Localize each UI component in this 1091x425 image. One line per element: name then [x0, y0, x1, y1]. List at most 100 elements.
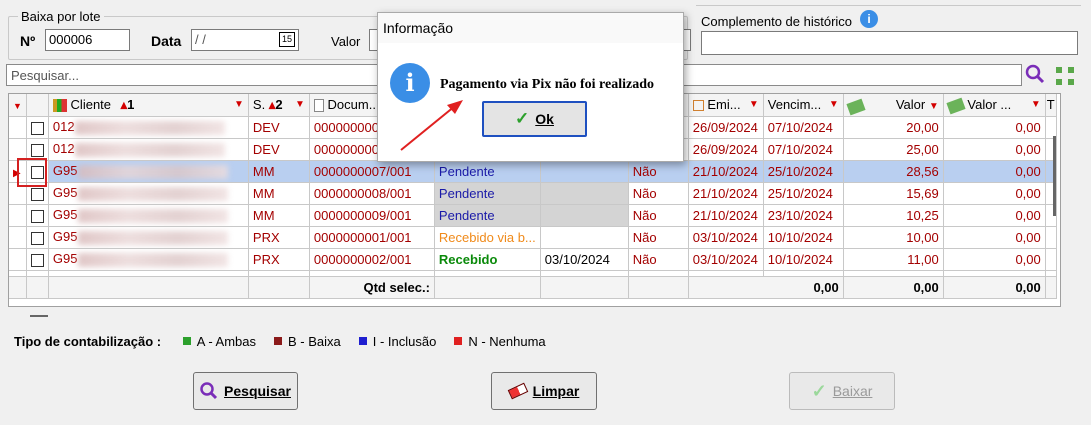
history-field[interactable] — [701, 31, 1078, 55]
table-row[interactable]: G95 MM 0000000008/001 Pendente Não 21/10/2024… — [9, 182, 1057, 205]
annotation-arrow — [400, 100, 463, 151]
cell-cliente: G95 — [48, 204, 249, 227]
date-label: Data — [151, 33, 182, 49]
cell-pix-date: 03/10/2024 — [540, 248, 629, 271]
calendar-small-icon — [692, 100, 704, 112]
value-field-end — [684, 29, 691, 51]
filter-icon[interactable]: ▼ — [234, 99, 244, 110]
col-valor2[interactable]: Valor ... ▼ — [943, 94, 1046, 117]
value-field[interactable] — [369, 29, 377, 51]
table-row[interactable]: ▶ G95 MM 0000000007/001 Pendente Não 21/10/202… — [9, 160, 1057, 183]
search-button[interactable]: Pesquisar — [193, 372, 298, 410]
cell-pix-date — [540, 160, 629, 183]
cell-t — [1045, 116, 1057, 139]
legend-swatch — [182, 337, 191, 345]
cell-t — [1045, 248, 1057, 271]
settle-button-label: Baixar — [832, 383, 873, 399]
cell-s: MM — [248, 182, 310, 205]
number-field[interactable]: 000006 — [45, 29, 130, 51]
cell-status: Pendente — [434, 182, 541, 205]
legend-swatch — [274, 337, 282, 345]
col-valor2-label: Valor ... — [967, 97, 1012, 113]
cell-s: PRX — [248, 226, 310, 249]
cell-documento: 0000000002/001 — [309, 248, 435, 271]
expand-icon[interactable] — [1054, 65, 1076, 90]
cell-s: PRX — [248, 248, 310, 271]
clear-button[interactable]: Limpar — [491, 372, 597, 410]
row-checkbox[interactable] — [26, 116, 49, 139]
row-checkbox[interactable] — [26, 248, 49, 271]
date-field[interactable]: / / 15 — [191, 29, 299, 51]
row-checkbox[interactable] — [26, 138, 49, 161]
redacted-text — [77, 252, 228, 267]
filter-icon[interactable]: ▼ — [929, 101, 939, 112]
check-icon: ✓ — [515, 109, 530, 128]
legend-item: N - Nenhuma — [454, 334, 546, 349]
eraser-icon — [507, 382, 528, 400]
redacted-text — [77, 186, 228, 201]
col-s[interactable]: S. ▴2 ▼ — [248, 94, 310, 117]
row-indicator-header: ▼ — [9, 94, 27, 117]
cell-valor: 25,00 — [843, 138, 944, 161]
col-documento-label: Docum... — [327, 97, 380, 113]
cell-valor: 10,25 — [843, 204, 944, 227]
cell-valor: 15,69 — [843, 182, 944, 205]
col-emissao-label: Emi... — [707, 97, 741, 113]
footer-total-2: 0,00 — [843, 276, 944, 299]
cell-emissao: 03/10/2024 — [688, 248, 764, 271]
cell-cliente: G95 — [48, 226, 249, 249]
cell-valor: 11,00 — [843, 248, 944, 271]
accounting-legend: Tipo de contabilização : A - Ambas B - Ba… — [14, 334, 546, 349]
cell-status: Recebido — [434, 248, 541, 271]
legend-item: A - Ambas — [182, 334, 256, 349]
cell-emissao: 26/09/2024 — [688, 138, 764, 161]
ok-button[interactable]: ✓ Ok — [482, 101, 587, 137]
col-cliente[interactable]: Cliente ▴1 ▼ — [48, 94, 249, 117]
cell-nao: Não — [628, 226, 689, 249]
table-row[interactable]: G95 PRX 0000000001/001 Recebido via b... Não… — [9, 226, 1057, 249]
check-header — [26, 94, 49, 117]
cell-nao: Não — [628, 182, 689, 205]
redacted-text — [74, 142, 225, 157]
vertical-scrollbar[interactable] — [1053, 136, 1056, 216]
col-s-label: S. — [252, 96, 266, 112]
date-value: / / — [195, 32, 206, 47]
footer-total-1: 0,00 — [688, 276, 844, 299]
cell-vencimento: 25/10/2024 — [763, 182, 844, 205]
cliente-icon — [52, 98, 67, 112]
col-vencimento[interactable]: Vencim... ▼ — [763, 94, 844, 117]
legend-swatch — [358, 337, 367, 345]
footer-row: Qtd selec.: 0,00 0,00 0,00 — [9, 276, 1057, 299]
filter-icon[interactable]: ▼ — [295, 99, 305, 110]
row-checkbox[interactable] — [26, 204, 49, 227]
cell-valor: 20,00 — [843, 116, 944, 139]
filter-icon[interactable]: ▼ — [1031, 99, 1041, 110]
cell-vencimento: 07/10/2024 — [763, 116, 844, 139]
horizontal-scrollbar[interactable] — [30, 315, 48, 317]
cell-emissao: 21/10/2024 — [688, 160, 764, 183]
search-icon[interactable] — [1025, 64, 1045, 87]
check-icon: ✓ — [811, 380, 827, 401]
settle-button[interactable]: ✓ Baixar — [789, 372, 895, 410]
table-row[interactable]: G95 PRX 0000000002/001 Recebido 03/10/2024 Nã… — [9, 248, 1057, 271]
filter-icon[interactable]: ▼ — [749, 99, 759, 110]
calendar-icon[interactable]: 15 — [279, 32, 295, 47]
row-checkbox[interactable] — [26, 226, 49, 249]
clear-button-label: Limpar — [532, 383, 580, 399]
col-t[interactable]: T — [1045, 94, 1057, 117]
table-row[interactable]: G95 MM 0000000009/001 Pendente Não 21/10/2024… — [9, 204, 1057, 227]
cell-t — [1045, 226, 1057, 249]
col-valor[interactable]: Valor ▼ — [843, 94, 944, 117]
col-emissao[interactable]: Emi... ▼ — [688, 94, 764, 117]
cell-emissao: 26/09/2024 — [688, 116, 764, 139]
cell-emissao: 21/10/2024 — [688, 204, 764, 227]
filter-icon[interactable]: ▼ — [829, 99, 839, 110]
cell-valor2: 0,00 — [943, 248, 1046, 271]
redacted-text — [77, 208, 228, 223]
search-icon — [200, 382, 218, 400]
cell-cliente: 012 — [48, 116, 249, 139]
cell-documento: 0000000001/001 — [309, 226, 435, 249]
batch-legend: Baixa por lote — [18, 9, 104, 24]
cell-nao: Não — [628, 248, 689, 271]
cell-status: Pendente — [434, 204, 541, 227]
